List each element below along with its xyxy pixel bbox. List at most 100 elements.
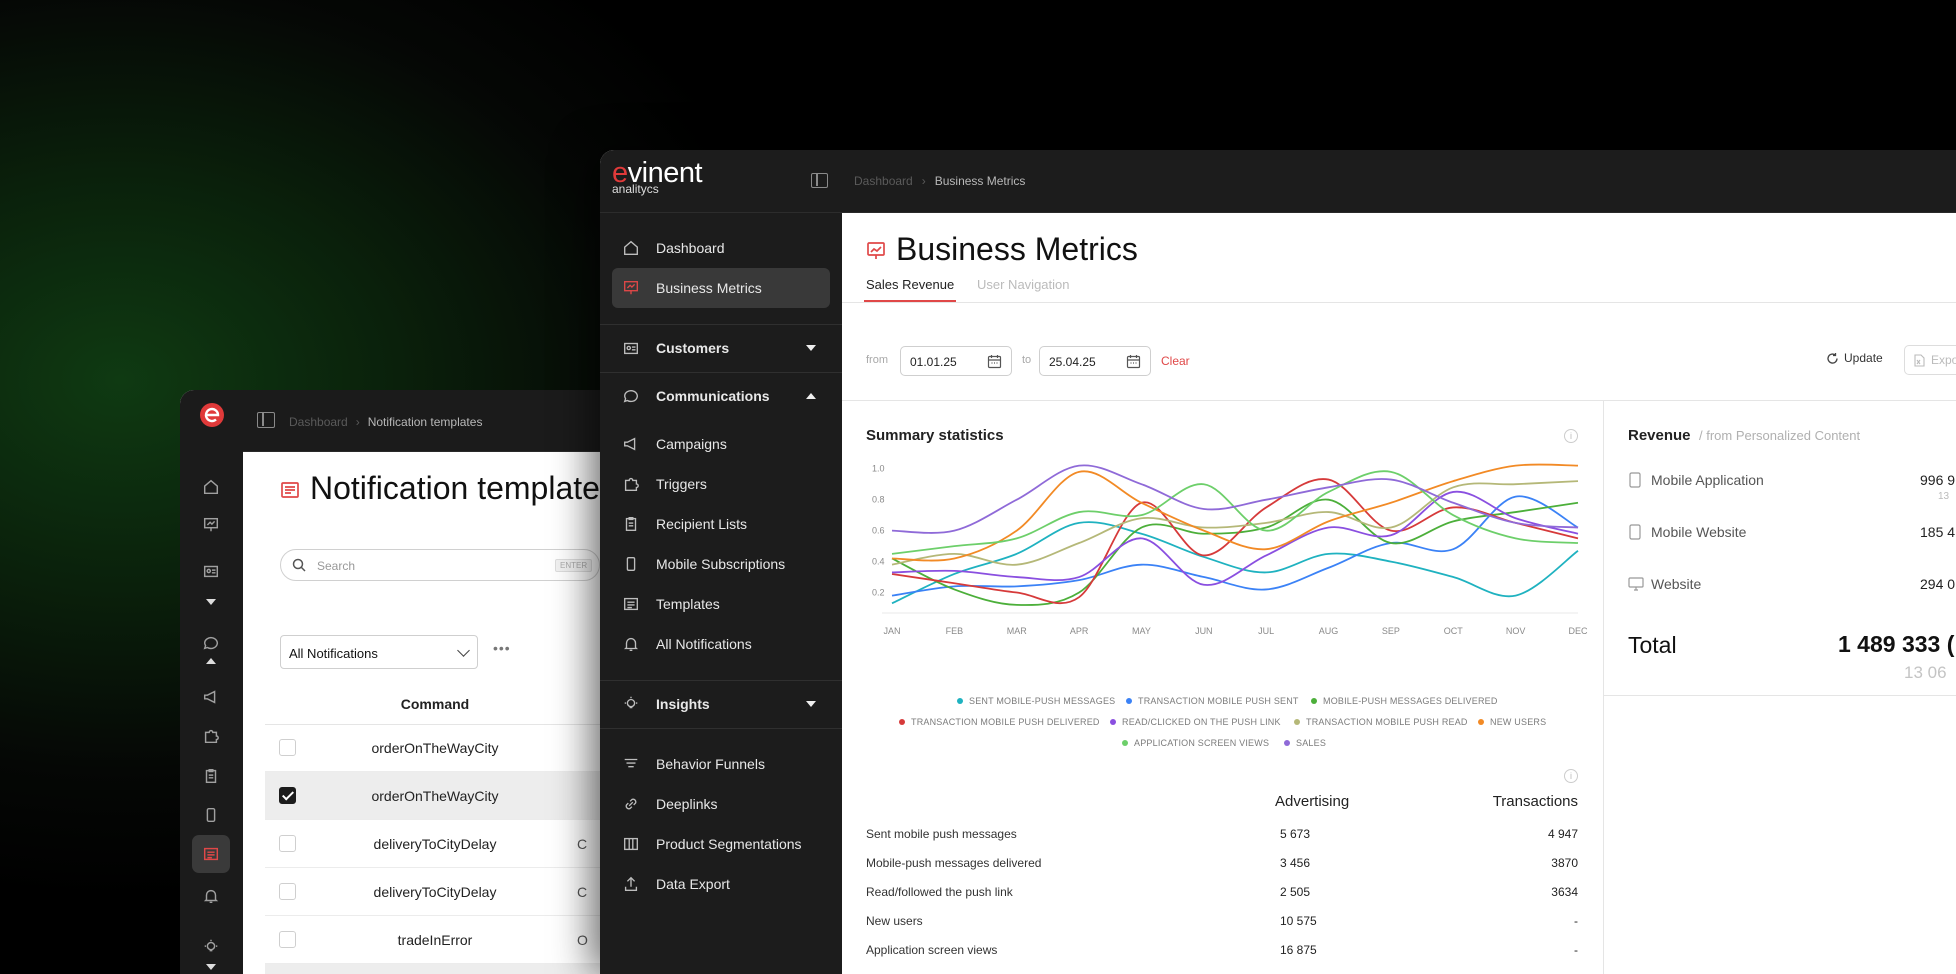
- row-command: orderOnTheWayCity: [371, 740, 499, 756]
- topbar: Dashboard › Notification templates: [243, 390, 620, 452]
- export-button[interactable]: Expo: [1904, 345, 1956, 375]
- y-tick-label: 0.8: [872, 495, 885, 505]
- sidebar-item-recipient-lists[interactable]: Recipient Lists: [612, 504, 830, 544]
- table-row[interactable]: tradeInError O: [265, 916, 620, 964]
- refresh-icon: [1827, 352, 1838, 364]
- update-button[interactable]: Update: [1826, 351, 1883, 365]
- legend-item[interactable]: MOBILE-PUSH MESSAGES DELIVERED: [1311, 696, 1498, 706]
- chevron-down-icon: [806, 345, 816, 351]
- legend-label: APPLICATION SCREEN VIEWS: [1134, 738, 1270, 748]
- legend-item[interactable]: APPLICATION SCREEN VIEWS: [1122, 738, 1269, 748]
- newspaper-icon[interactable]: [200, 843, 222, 865]
- sidebar-item-label: Campaigns: [656, 436, 727, 452]
- legend-item[interactable]: TRANSACTION MOBILE PUSH DELIVERED: [899, 717, 1100, 727]
- revenue-row-value: 996 9: [1920, 472, 1956, 488]
- breadcrumb-dashboard[interactable]: Dashboard: [854, 174, 913, 188]
- series-line[interactable]: [891, 480, 1579, 566]
- legend-item[interactable]: SENT MOBILE-PUSH MESSAGES: [957, 696, 1115, 706]
- chat-bubble-icon[interactable]: [200, 632, 222, 654]
- lightbulb-icon[interactable]: [200, 936, 222, 958]
- row-checkbox[interactable]: [279, 835, 296, 852]
- puzzle-icon[interactable]: [200, 725, 222, 747]
- sidebar-item-dashboard[interactable]: Dashboard: [612, 228, 830, 268]
- update-label: Update: [1844, 351, 1883, 365]
- legend-dot: [1110, 719, 1116, 725]
- sidebar-toggle-icon[interactable]: [811, 173, 828, 188]
- tab-sales-revenue[interactable]: Sales Revenue: [864, 276, 957, 302]
- row-checkbox[interactable]: [279, 931, 296, 948]
- revenue-row-value: 294 0: [1920, 576, 1956, 592]
- sidebar-item-deeplinks[interactable]: Deeplinks: [612, 784, 830, 824]
- row-checkbox-checked[interactable]: [279, 787, 296, 804]
- sidebar-item-triggers[interactable]: Triggers: [612, 464, 830, 504]
- logo-icon[interactable]: [199, 402, 225, 428]
- sidebar-section-communications[interactable]: Communications: [612, 376, 830, 416]
- legend-item[interactable]: READ/CLICKED ON THE PUSH LINK: [1110, 717, 1281, 727]
- legend-item[interactable]: TRANSACTION MOBILE PUSH READ: [1294, 717, 1468, 727]
- table-row[interactable]: [265, 964, 620, 974]
- sidebar-item-business-metrics[interactable]: Business Metrics: [612, 268, 830, 308]
- row-label: New users: [866, 914, 923, 928]
- clipboard-icon[interactable]: [200, 765, 222, 787]
- sidebar-item-all-notifications[interactable]: All Notifications: [612, 624, 830, 664]
- table-row[interactable]: deliveryToCityDelay C: [265, 868, 620, 916]
- clear-button[interactable]: Clear: [1161, 354, 1190, 368]
- home-icon[interactable]: [200, 476, 222, 498]
- table-row[interactable]: deliveryToCityDelay C: [265, 820, 620, 868]
- chevron-down-icon: [457, 644, 470, 657]
- legend-item[interactable]: NEW USERS: [1478, 717, 1546, 727]
- chevron-down-icon[interactable]: [206, 599, 216, 605]
- x-tick-label: JAN: [883, 626, 900, 636]
- calendar-icon[interactable]: [987, 354, 1002, 369]
- breadcrumb-separator: ›: [355, 415, 360, 429]
- info-icon[interactable]: i: [1564, 429, 1578, 443]
- sidebar-item-data-export[interactable]: Data Export: [612, 864, 830, 904]
- sidebar-item-campaigns[interactable]: Campaigns: [612, 424, 830, 464]
- search-input[interactable]: Search ENTER: [280, 549, 600, 581]
- column-header-command[interactable]: Command: [325, 696, 545, 712]
- chevron-down-icon[interactable]: [206, 964, 216, 970]
- phone-icon[interactable]: [200, 804, 222, 826]
- legend-item[interactable]: SALES: [1284, 738, 1326, 748]
- legend-dot: [1311, 698, 1317, 704]
- filter-select[interactable]: All Notifications: [280, 635, 478, 669]
- phone-icon: [622, 555, 640, 573]
- x-tick-label: FEB: [946, 626, 964, 636]
- bell-icon[interactable]: [200, 885, 222, 907]
- row-checkbox[interactable]: [279, 883, 296, 900]
- sidebar-item-behavior-funnels[interactable]: Behavior Funnels: [612, 744, 830, 784]
- tab-label: Sales Revenue: [866, 277, 955, 292]
- sidebar-item-mobile-subscriptions[interactable]: Mobile Subscriptions: [612, 544, 830, 584]
- logo[interactable]: evinent analitycs: [612, 158, 703, 196]
- breadcrumb-dashboard[interactable]: Dashboard: [289, 415, 348, 429]
- sidebar-toggle-icon[interactable]: [257, 412, 275, 428]
- sidebar-section-customers[interactable]: Customers: [612, 328, 830, 368]
- sidebar-item-product-segmentations[interactable]: Product Segmentations: [612, 824, 830, 864]
- legend-label: READ/CLICKED ON THE PUSH LINK: [1122, 717, 1281, 727]
- sidebar-divider: [600, 728, 842, 729]
- date-from-input[interactable]: 01.01.25: [900, 346, 1012, 376]
- info-icon[interactable]: i: [1564, 769, 1578, 783]
- megaphone-icon[interactable]: [200, 686, 222, 708]
- sidebar-section-insights[interactable]: Insights: [612, 684, 830, 724]
- calendar-icon[interactable]: [1126, 354, 1141, 369]
- breadcrumb-current: Notification templates: [367, 415, 483, 429]
- table-row[interactable]: orderOnTheWayCity: [265, 772, 620, 820]
- tab-user-navigation[interactable]: User Navigation: [977, 276, 1070, 302]
- id-card-icon[interactable]: [200, 560, 222, 582]
- presentation-chart-icon[interactable]: [200, 514, 222, 536]
- chevron-up-icon[interactable]: [206, 658, 216, 664]
- phone-icon: [1629, 472, 1641, 488]
- y-tick-label: 0.4: [872, 557, 885, 567]
- row-checkbox[interactable]: [279, 739, 296, 756]
- sidebar-item-templates[interactable]: Templates: [612, 584, 830, 624]
- date-to-input[interactable]: 25.04.25: [1039, 346, 1151, 376]
- notification-templates-window: Dashboard › Notification templates Notif…: [180, 390, 620, 974]
- sidebar-divider: [600, 372, 842, 373]
- more-options-button[interactable]: •••: [493, 640, 511, 656]
- sidebar-divider: [600, 680, 842, 681]
- clipboard-icon: [622, 515, 640, 533]
- table-row[interactable]: orderOnTheWayCity: [265, 724, 620, 772]
- row-label: Application screen views: [866, 943, 998, 957]
- legend-item[interactable]: TRANSACTION MOBILE PUSH SENT: [1126, 696, 1299, 706]
